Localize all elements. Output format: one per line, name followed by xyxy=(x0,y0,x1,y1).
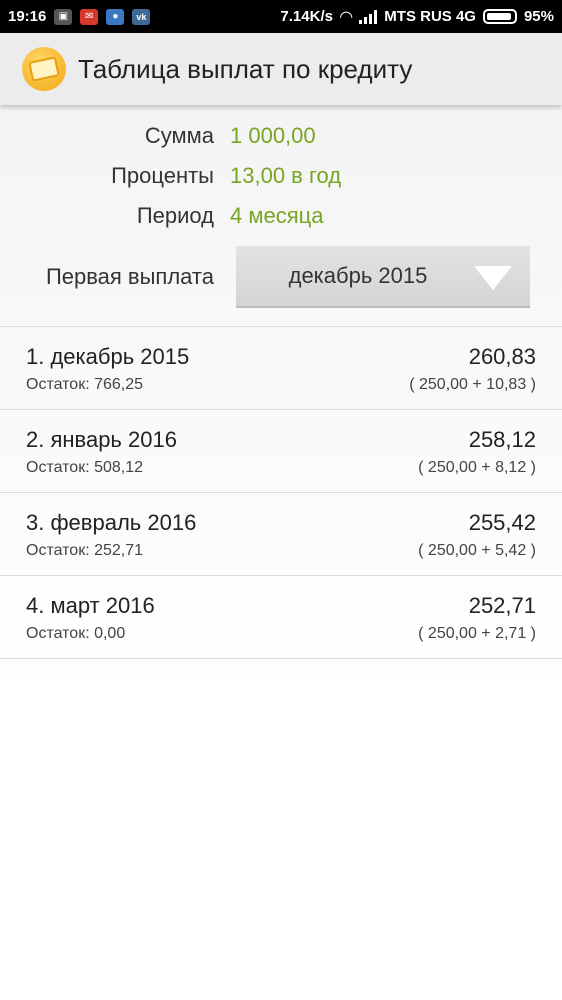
payment-remaining: Остаток: 0,00 xyxy=(26,625,126,642)
carrier-name: MTS RUS 4G xyxy=(384,8,476,25)
first-payment-dropdown[interactable]: декабрь 2015 xyxy=(236,246,530,308)
payment-breakdown: ( 250,00 + 5,42 ) xyxy=(418,542,536,559)
payment-amount: 258,12 xyxy=(468,427,536,452)
payment-title: 3. февраль 2016 xyxy=(26,510,197,535)
payment-amount: 255,42 xyxy=(468,510,536,535)
battery-icon xyxy=(482,9,517,24)
sum-row: Сумма 1 000,00 xyxy=(0,116,562,156)
interest-value[interactable]: 13,00 в год xyxy=(230,163,341,189)
payment-remaining: Остаток: 252,71 xyxy=(26,542,144,559)
payment-amount: 260,83 xyxy=(468,344,536,369)
first-payment-row: Первая выплата декабрь 2015 xyxy=(0,246,562,308)
loan-summary: Сумма 1 000,00 Проценты 13,00 в год Пери… xyxy=(0,116,562,236)
payment-remaining: Остаток: 766,25 xyxy=(26,376,144,393)
wallet-icon xyxy=(22,47,66,91)
page-title: Таблица выплат по кредиту xyxy=(78,53,413,84)
payment-breakdown: ( 250,00 + 2,71 ) xyxy=(418,625,536,642)
payment-title: 2. январь 2016 xyxy=(26,427,177,452)
wifi-icon: ◠ xyxy=(339,8,353,26)
payment-row[interactable]: 4. март 2016 252,71 Остаток: 0,00 ( 250,… xyxy=(0,576,562,659)
period-value[interactable]: 4 месяца xyxy=(230,203,323,229)
network-speed: 7.14K/s xyxy=(280,8,333,25)
signal-icon xyxy=(359,9,378,24)
gmail-icon: ✉ xyxy=(80,8,99,25)
payment-breakdown: ( 250,00 + 8,12 ) xyxy=(418,459,536,476)
battery-percent: 95% xyxy=(523,8,554,25)
chevron-down-icon xyxy=(474,266,512,290)
payment-row[interactable]: 3. февраль 2016 255,42 Остаток: 252,71 (… xyxy=(0,493,562,576)
payment-list: 1. декабрь 2015 260,83 Остаток: 766,25 (… xyxy=(0,326,562,659)
payment-row[interactable]: 1. декабрь 2015 260,83 Остаток: 766,25 (… xyxy=(0,327,562,410)
period-label: Период xyxy=(136,203,214,228)
payment-remaining: Остаток: 508,12 xyxy=(26,459,144,476)
status-bar: 19:16 ▣ ✉ ● vk 7.14K/s ◠ MTS RUS 4G 95% xyxy=(0,0,562,33)
vk-icon: vk xyxy=(132,8,151,25)
payment-title: 4. март 2016 xyxy=(26,593,155,618)
payment-row[interactable]: 2. январь 2016 258,12 Остаток: 508,12 ( … xyxy=(0,410,562,493)
interest-label: Проценты xyxy=(111,163,214,188)
app-bar: Таблица выплат по кредиту xyxy=(0,33,562,105)
sim-icon: ▣ xyxy=(54,8,73,25)
first-payment-label: Первая выплата xyxy=(45,264,214,289)
payment-breakdown: ( 250,00 + 10,83 ) xyxy=(409,376,536,393)
payment-amount: 252,71 xyxy=(468,593,536,618)
payment-title: 1. декабрь 2015 xyxy=(26,344,190,369)
sum-label: Сумма xyxy=(144,123,214,148)
message-icon: ● xyxy=(106,8,125,25)
status-time: 19:16 xyxy=(8,8,47,25)
sum-value[interactable]: 1 000,00 xyxy=(230,123,316,149)
period-row: Период 4 месяца xyxy=(0,196,562,236)
interest-row: Проценты 13,00 в год xyxy=(0,156,562,196)
